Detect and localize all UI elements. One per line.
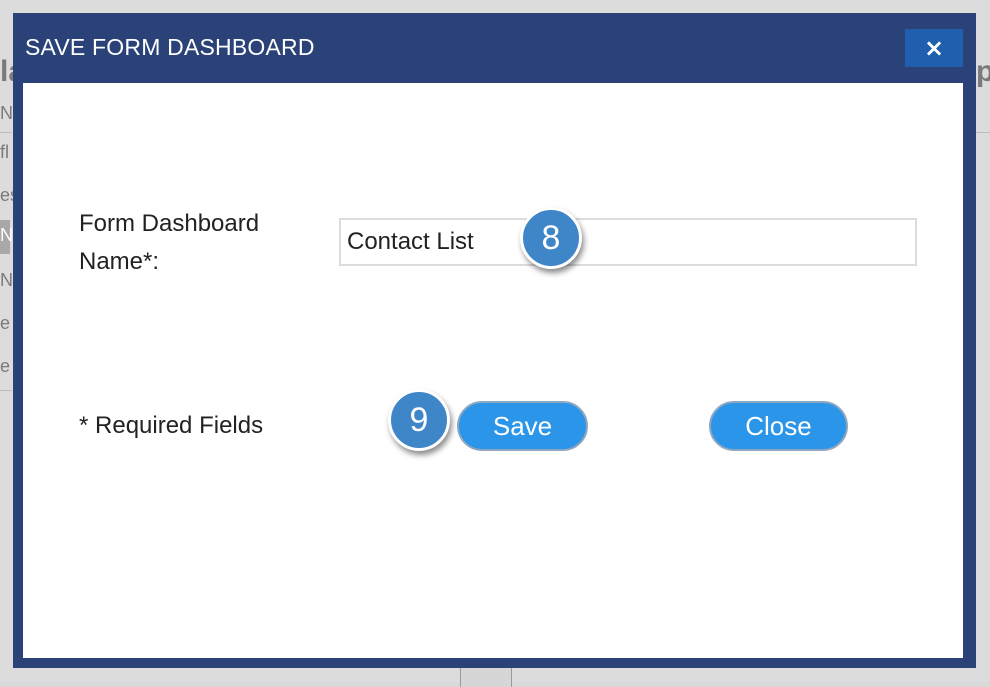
save-form-dashboard-modal: SAVE FORM DASHBOARD × Form Dashboard Nam… (13, 13, 976, 668)
background-divider (0, 390, 12, 391)
form-dashboard-name-input[interactable] (339, 218, 917, 266)
step-callout-badge: 9 (388, 389, 450, 451)
background-fragment: p (976, 55, 990, 88)
save-button[interactable]: Save (457, 401, 588, 451)
background-divider (976, 132, 990, 133)
background-fragment: N (0, 103, 13, 123)
background-fragment: e (0, 313, 11, 333)
modal-header: SAVE FORM DASHBOARD × (13, 13, 976, 83)
background-fragment: e (0, 356, 11, 376)
required-fields-note: * Required Fields (79, 412, 264, 439)
step-callout-badge: 8 (520, 207, 582, 269)
background-fragment: N (0, 270, 13, 290)
close-button[interactable]: Close (709, 401, 848, 451)
form-dashboard-name-label: Form Dashboard Name*: (79, 210, 260, 275)
background-divider (0, 132, 12, 133)
modal-body: Form Dashboard Name*: * Required Fields … (23, 83, 963, 658)
background-fragment: fl (0, 142, 9, 162)
close-icon[interactable]: × (905, 29, 963, 67)
modal-title: SAVE FORM DASHBOARD (25, 34, 315, 60)
background-fragment: N (0, 225, 13, 245)
